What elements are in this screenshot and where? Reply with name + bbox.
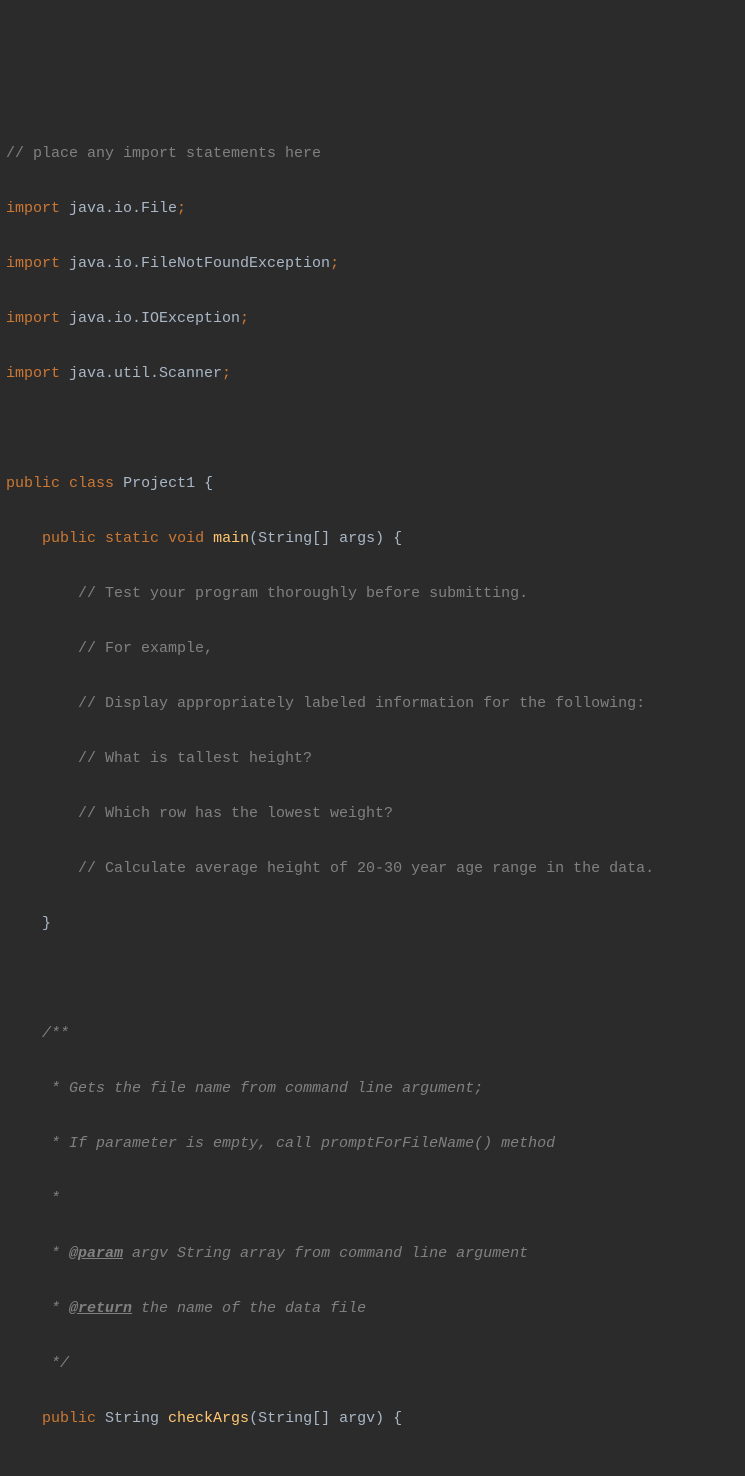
- keyword-static: static: [105, 530, 159, 547]
- comment-text: // For example,: [6, 640, 213, 657]
- code-line: import java.io.FileNotFoundException;: [0, 250, 745, 278]
- comment-text: // place any import statements here: [6, 145, 321, 162]
- method-name: checkArgs: [168, 1410, 249, 1427]
- semicolon: ;: [177, 200, 186, 217]
- method-name: main: [213, 530, 249, 547]
- javadoc-text: the name of the data file: [132, 1300, 366, 1317]
- keyword-void: void: [168, 530, 204, 547]
- comment-text: // Display appropriately labeled informa…: [6, 695, 645, 712]
- javadoc-line: * If parameter is empty, call promptForF…: [0, 1130, 745, 1158]
- import-path: java.io.IOException: [60, 310, 240, 327]
- javadoc-line: *: [0, 1185, 745, 1213]
- javadoc-text: *: [6, 1190, 60, 1207]
- method-params: (String[] args) {: [249, 530, 402, 547]
- keyword-public: public: [42, 530, 96, 547]
- code-line: // What is tallest height?: [0, 745, 745, 773]
- javadoc-text: * If parameter is empty, call promptForF…: [6, 1135, 555, 1152]
- javadoc-return-tag: @return: [69, 1300, 132, 1317]
- code-line: // Test your program thoroughly before s…: [0, 580, 745, 608]
- keyword-import: import: [6, 255, 60, 272]
- code-editor[interactable]: // place any import statements here impo…: [0, 112, 745, 1476]
- code-line: public class Project1 {: [0, 470, 745, 498]
- class-name: Project1: [123, 475, 195, 492]
- comment-text: // What is tallest height?: [6, 750, 312, 767]
- code-line: // Calculate average height of 20-30 yea…: [0, 855, 745, 883]
- brace-open: {: [195, 475, 213, 492]
- comment-text: // Which row has the lowest weight?: [6, 805, 393, 822]
- javadoc-line: /**: [0, 1020, 745, 1048]
- semicolon: ;: [222, 365, 231, 382]
- javadoc-text: /**: [6, 1025, 69, 1042]
- javadoc-line: * @return the name of the data file: [0, 1295, 745, 1323]
- import-path: java.io.File: [60, 200, 177, 217]
- code-line: }: [0, 910, 745, 938]
- javadoc-line: * @param argv String array from command …: [0, 1240, 745, 1268]
- keyword-public: public: [42, 1410, 96, 1427]
- code-line: // Display appropriately labeled informa…: [0, 690, 745, 718]
- comment-text: // Test your program thoroughly before s…: [6, 585, 528, 602]
- keyword-public: public: [6, 475, 60, 492]
- keyword-import: import: [6, 365, 60, 382]
- javadoc-line: * Gets the file name from command line a…: [0, 1075, 745, 1103]
- javadoc-text: *: [6, 1300, 69, 1317]
- javadoc-param-tag: @param: [69, 1245, 123, 1262]
- code-line: // For example,: [0, 635, 745, 663]
- keyword-import: import: [6, 310, 60, 327]
- method-params: (String[] argv) {: [249, 1410, 402, 1427]
- semicolon: ;: [240, 310, 249, 327]
- code-line: import java.util.Scanner;: [0, 360, 745, 388]
- code-line: public static void main(String[] args) {: [0, 525, 745, 553]
- return-type: String: [96, 1410, 168, 1427]
- semicolon: ;: [330, 255, 339, 272]
- blank-line: [0, 415, 745, 443]
- import-path: java.util.Scanner: [60, 365, 222, 382]
- brace-close: }: [6, 915, 51, 932]
- javadoc-text: argv String array from command line argu…: [123, 1245, 528, 1262]
- javadoc-line: */: [0, 1350, 745, 1378]
- javadoc-text: * Gets the file name from command line a…: [6, 1080, 483, 1097]
- javadoc-text: *: [6, 1245, 69, 1262]
- code-line: import java.io.IOException;: [0, 305, 745, 333]
- code-line: // Which row has the lowest weight?: [0, 800, 745, 828]
- blank-line: [0, 965, 745, 993]
- code-line: // place any import statements here: [0, 140, 745, 168]
- javadoc-text: */: [6, 1355, 69, 1372]
- import-path: java.io.FileNotFoundException: [60, 255, 330, 272]
- comment-text: // Calculate average height of 20-30 yea…: [6, 860, 654, 877]
- keyword-import: import: [6, 200, 60, 217]
- code-line: import java.io.File;: [0, 195, 745, 223]
- keyword-class: class: [69, 475, 114, 492]
- blank-line: [0, 1460, 745, 1476]
- code-line: public String checkArgs(String[] argv) {: [0, 1405, 745, 1433]
